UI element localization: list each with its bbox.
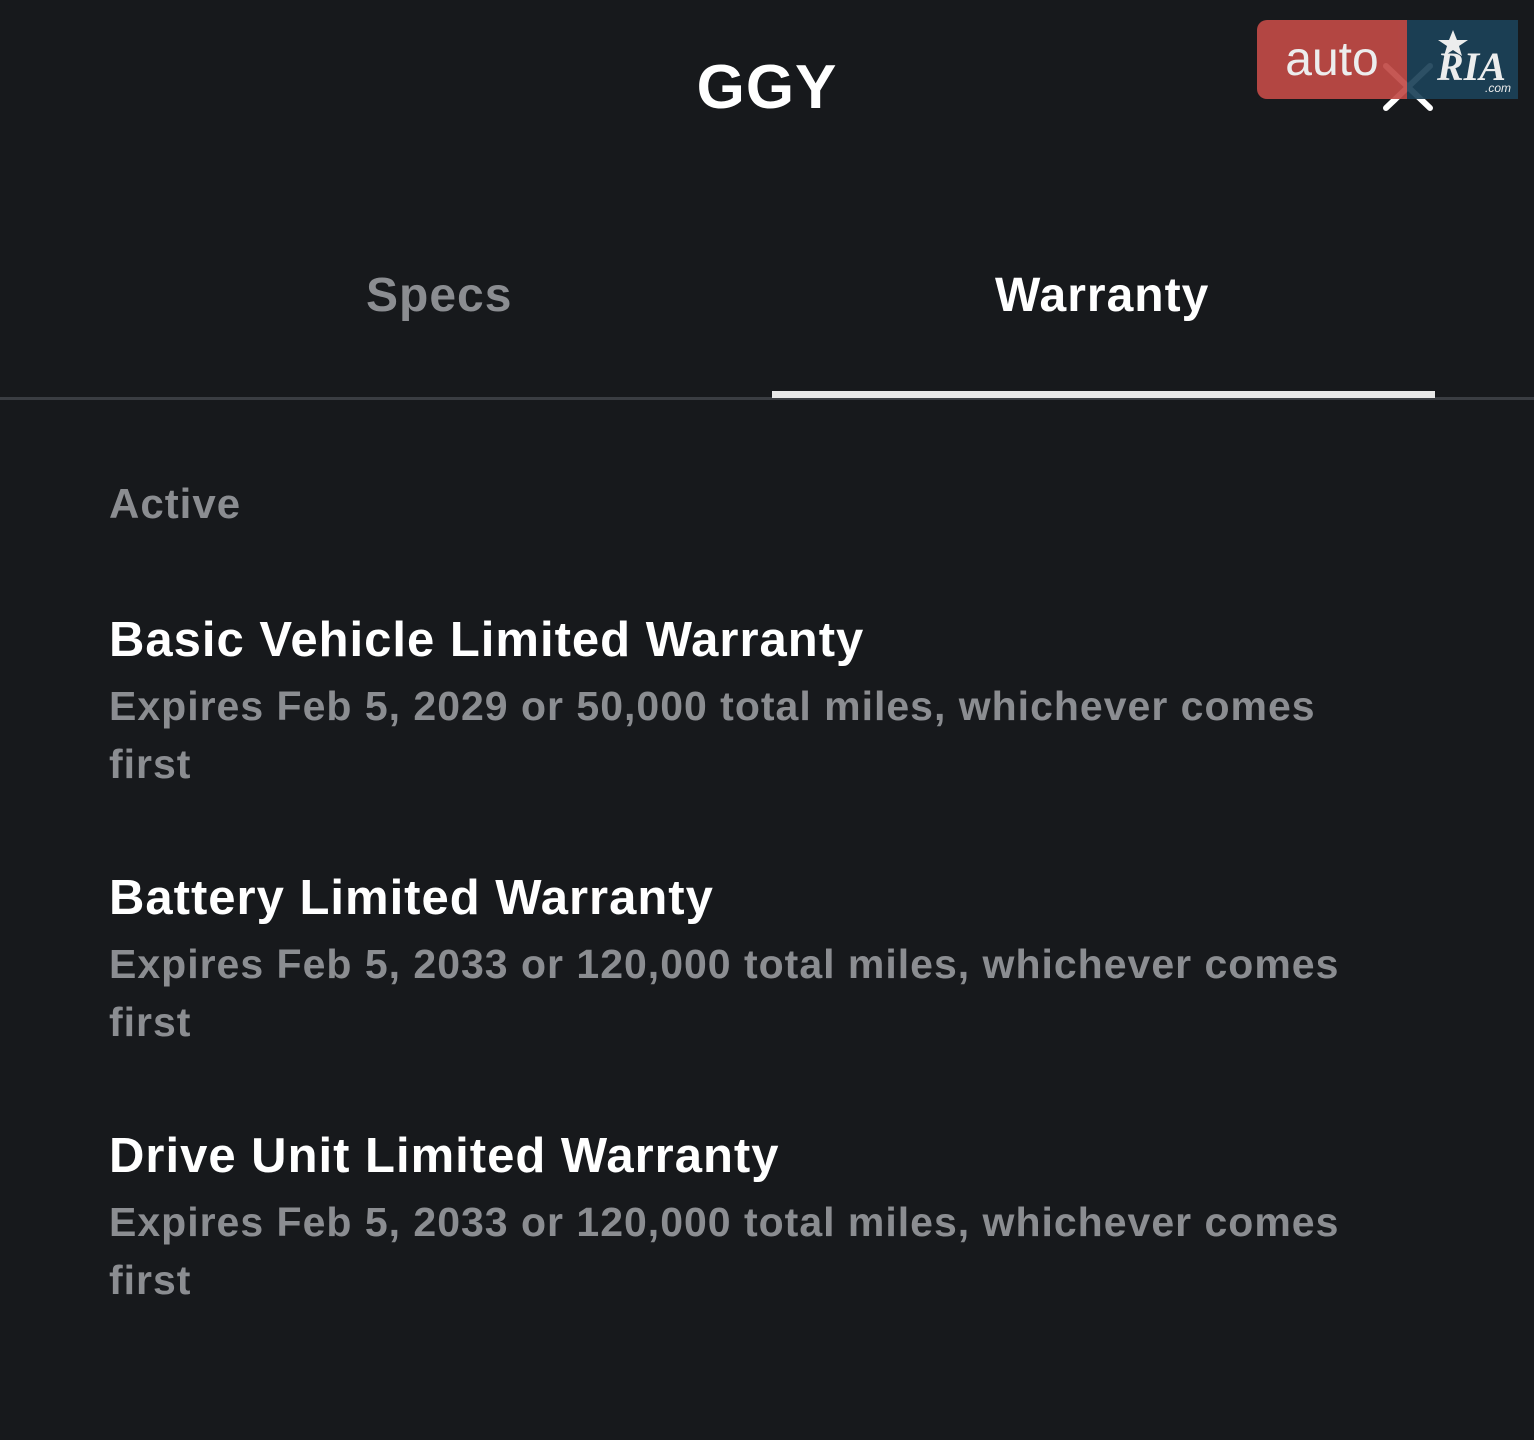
section-label-active: Active	[109, 480, 242, 527]
page-title: GGY	[696, 53, 838, 122]
warranty-item[interactable]: Battery Limited Warranty Expires Feb 5, …	[109, 869, 1409, 1051]
tab-bar: Specs Warranty	[0, 240, 1534, 400]
warranty-title: Battery Limited Warranty	[109, 871, 714, 925]
active-tab-indicator	[772, 391, 1435, 398]
warranty-title: Drive Unit Limited Warranty	[109, 1129, 780, 1183]
warranty-item[interactable]: Basic Vehicle Limited Warranty Expires F…	[109, 611, 1409, 793]
warranty-description: Expires Feb 5, 2033 or 120,000 total mil…	[109, 1199, 1340, 1303]
warranty-screen: GGY auto RIA .com Specs Warranty Active …	[0, 0, 1534, 1440]
tab-specs[interactable]: Specs	[366, 268, 512, 323]
close-button[interactable]	[1380, 58, 1436, 114]
close-icon	[1383, 63, 1433, 111]
tab-warranty[interactable]: Warranty	[995, 268, 1209, 323]
warranty-title: Basic Vehicle Limited Warranty	[109, 613, 865, 667]
warranty-description: Expires Feb 5, 2029 or 50,000 total mile…	[109, 683, 1316, 787]
warranty-description: Expires Feb 5, 2033 or 120,000 total mil…	[109, 941, 1340, 1045]
warranty-item[interactable]: Drive Unit Limited Warranty Expires Feb …	[109, 1127, 1409, 1309]
